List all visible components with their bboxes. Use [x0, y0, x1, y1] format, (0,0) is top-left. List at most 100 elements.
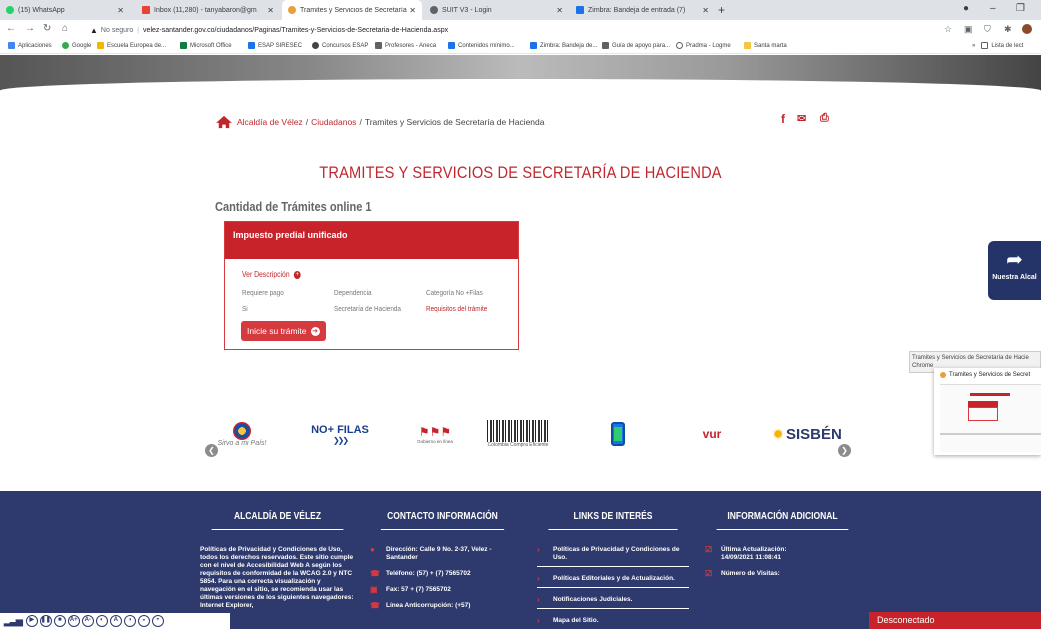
last-updated: ☑ Última Actualización: 14/09/2021 11:08:4… — [705, 546, 860, 562]
bookmark-contenidos[interactable]: Contenidos mínimo... — [448, 42, 515, 49]
footer-link-privacy[interactable]: › Políticas de Privacidad y Condiciones d… — [537, 546, 689, 567]
home-icon[interactable] — [215, 115, 233, 129]
low-vision-icon[interactable]: ◓ — [151, 615, 164, 627]
requirements-link[interactable]: Requisitos del trámite — [426, 304, 487, 313]
carousel-next-button[interactable]: ❯ — [838, 444, 851, 457]
logo-sirvo-a-mi-pais[interactable]: Sirvo a mi País! — [217, 413, 267, 455]
footer-col-alcaldia: ALCALDÍA DE VÉLEZ Políticas de Privacida… — [200, 511, 355, 610]
breadcrumb: Alcaldía de Vélez / Ciudadanos / Tramite… — [215, 115, 545, 129]
last-updated-label: Última Actualización: — [721, 546, 787, 553]
font-decrease-icon[interactable]: A- — [81, 615, 94, 627]
footer-col-info: INFORMACIÓN ADICIONAL ☑ Última Actualizac… — [705, 511, 860, 586]
bookmark-reading-list[interactable]: » Lista de lect — [972, 42, 1023, 49]
breadcrumb-separator: / — [305, 117, 309, 127]
dependency-label: Dependencia — [334, 288, 372, 297]
signal-icon[interactable]: ▂▃▅ — [4, 616, 23, 627]
logo-no-mas-filas[interactable]: NO+ FILAS ❯❯❯ — [305, 413, 375, 455]
home-icon[interactable]: ⌂ — [62, 23, 68, 34]
forward-icon[interactable]: → — [25, 23, 35, 34]
close-icon[interactable]: ✕ — [556, 6, 563, 15]
shield-icon[interactable]: ⛉ — [984, 24, 991, 35]
tab-suit[interactable]: SUIT V3 - Login ✕ — [424, 0, 569, 20]
dependency-value: Secretaría de Hacienda — [334, 304, 401, 313]
extension-icon[interactable]: ▣ — [964, 24, 973, 35]
tab-whatsapp[interactable]: (15) WhatsApp ✕ — [0, 0, 130, 20]
logo-mobile-app[interactable] — [608, 413, 628, 455]
puzzle-icon[interactable]: ✱ — [1004, 24, 1012, 35]
bookmark-concursos[interactable]: Concursos ESAP — [312, 42, 368, 49]
start-tramite-button[interactable]: Inicie su trámite ➜ — [241, 321, 326, 341]
chevron-more-icon: » — [972, 42, 976, 49]
bookmark-apps[interactable]: Aplicaciones — [8, 42, 52, 49]
footer-heading: INFORMACIÓN ADICIONAL — [716, 511, 849, 530]
logo-gobierno-en-linea[interactable]: ⚑⚑⚑ Gobierno en línea — [415, 413, 455, 455]
logo-sisben[interactable]: ✹ SISBÉN — [767, 413, 847, 455]
checkbox-icon: ☑ — [705, 545, 713, 554]
breadcrumb-home-link[interactable]: Alcaldía de Vélez — [237, 117, 303, 127]
close-icon[interactable]: ✕ — [702, 6, 709, 15]
bookmark-google[interactable]: Google — [62, 42, 91, 49]
whatsapp-icon — [6, 6, 14, 14]
flower-icon — [233, 421, 251, 440]
invert-icon[interactable]: ◒ — [137, 615, 150, 627]
view-description-link[interactable]: Ver Descripción + — [242, 270, 301, 279]
logo-vur[interactable]: vur — [687, 413, 737, 455]
minimize-icon[interactable]: – — [990, 3, 996, 14]
bookmark-label: Guía de apoyo para... — [612, 42, 671, 49]
bookmark-aneca[interactable]: Profesores - Aneca — [375, 42, 436, 49]
breadcrumb-separator: / — [359, 117, 362, 127]
profile-dot-icon[interactable]: ● — [963, 3, 969, 14]
restore-icon[interactable]: ❐ — [1016, 3, 1025, 14]
visit-count: ☑ Número de Visitas: — [705, 570, 860, 578]
preview-thumbnail — [940, 384, 1041, 452]
footer-link-editorial[interactable]: › Políticas Editoriales y de Actualizació… — [537, 575, 689, 588]
reload-icon[interactable]: ↻ — [43, 23, 51, 34]
stop-icon[interactable]: ■ — [53, 615, 66, 627]
bookmark-guia[interactable]: Guía de apoyo para... — [602, 42, 670, 49]
bookmark-office[interactable]: Microsoft Office — [180, 42, 232, 49]
bookmark-esap[interactable]: ESAP SIRESEC — [248, 42, 302, 49]
logo-colombia-compra[interactable]: Colombia Compra Eficiente — [483, 413, 553, 455]
avatar[interactable] — [1022, 24, 1032, 34]
link-text: Políticas Editoriales y de Actualización… — [553, 575, 675, 582]
list-icon — [981, 42, 989, 49]
chat-status-bar[interactable]: Desconectado — [869, 612, 1041, 629]
play-icon[interactable]: ▶ — [25, 615, 38, 627]
bookmark-label: Pradma - Logme — [686, 42, 731, 49]
tab-gmail[interactable]: Inbox (11,280) - tanyabaron@gm ✕ — [136, 0, 280, 20]
url-field[interactable]: ▲ No seguro | velez-santander.gov.co/ciu… — [90, 23, 448, 37]
requires-payment-label: Requiere pago — [242, 288, 284, 297]
bookmark-label: Santa marta — [754, 42, 787, 49]
grayscale-icon[interactable]: ◑ — [123, 615, 136, 627]
contact-text: Línea Anticorrupción: (+57) — [386, 602, 471, 609]
bookmark-zimbra[interactable]: Zimbra: Bandeja de... — [530, 42, 597, 49]
tab-zimbra[interactable]: Zimbra: Bandeja de entrada (7) ✕ — [570, 0, 715, 20]
new-tab-icon[interactable]: + — [718, 3, 725, 17]
pause-icon[interactable]: ❚❚ — [39, 615, 52, 627]
breadcrumb-ciudadanos-link[interactable]: Ciudadanos — [311, 117, 356, 127]
footer-link-sitemap[interactable]: › Mapa del Sitio. — [537, 617, 689, 625]
zimbra-icon — [530, 42, 537, 49]
close-icon[interactable]: ✕ — [267, 6, 274, 15]
url-text: velez-santander.gov.co/ciudadanos/Pagina… — [143, 26, 449, 34]
logo-label: NO+ FILAS — [311, 423, 369, 436]
back-icon[interactable]: ← — [6, 23, 16, 34]
footer-link-notifications[interactable]: › Notificaciones Judiciales. — [537, 596, 689, 609]
page-title: TRAMITES Y SERVICIOS DE SECRETARÍA DE HA… — [319, 163, 722, 182]
email-icon[interactable]: ✉ — [797, 112, 806, 125]
footer-heading: LINKS DE INTERÉS — [548, 511, 678, 530]
star-icon[interactable]: ☆ — [944, 24, 952, 35]
tab-tramites[interactable]: Tramites y Servicios de Secretaría ✕ — [282, 0, 422, 20]
close-icon[interactable]: ✕ — [409, 6, 416, 15]
bookmark-escuela[interactable]: Escuela Europea de... — [97, 42, 166, 49]
contrast-icon[interactable]: ◐ — [95, 615, 108, 627]
nuestra-alcaldia-button[interactable]: ➦ Nuestra Alcal — [988, 241, 1041, 300]
print-icon[interactable]: ⎙ — [820, 112, 829, 125]
close-icon[interactable]: ✕ — [117, 6, 124, 15]
font-reset-icon[interactable]: A — [109, 615, 122, 627]
facebook-icon[interactable]: f — [781, 112, 785, 126]
font-increase-icon[interactable]: A+ — [67, 615, 80, 627]
bookmark-santa-marta[interactable]: Santa marta — [744, 42, 787, 49]
chevron-right-icon: › — [537, 545, 540, 554]
bookmark-pradma[interactable]: Pradma - Logme — [676, 42, 731, 49]
